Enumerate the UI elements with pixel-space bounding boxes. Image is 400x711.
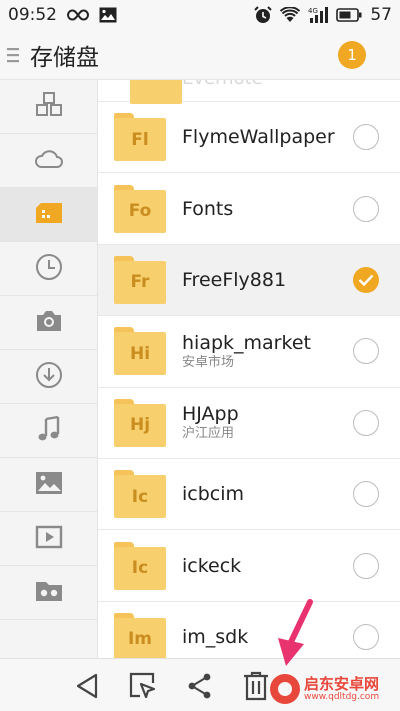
watermark-logo-icon	[270, 674, 300, 704]
status-bar: 09:52 4G 57	[0, 0, 400, 30]
camera-icon	[34, 308, 64, 338]
sidebar-item-recent[interactable]	[0, 242, 97, 296]
folder-icon: Fo	[114, 184, 166, 233]
folder-icon	[130, 80, 182, 104]
select-checkbox-checked[interactable]	[353, 266, 379, 293]
folder-icon: Fl	[114, 113, 166, 162]
folder-icon: Hi	[114, 327, 166, 376]
sidebar-item-photos[interactable]	[0, 296, 97, 350]
select-checkbox[interactable]	[353, 552, 379, 579]
infinity-icon	[67, 9, 89, 21]
share-icon	[188, 673, 211, 699]
svg-text:4G: 4G	[308, 7, 318, 15]
music-icon	[36, 414, 62, 448]
clock-icon	[34, 252, 64, 286]
page-title: 存储盘	[30, 44, 99, 71]
gallery-icon	[99, 7, 117, 23]
category-sidebar	[0, 80, 98, 658]
pointer-arrow-icon	[270, 598, 316, 672]
list-item[interactable]: Fr FreeFly881	[98, 244, 400, 317]
video-icon	[34, 524, 64, 554]
select-checkbox[interactable]	[353, 124, 379, 151]
vr-folder-icon	[34, 578, 64, 608]
folder-icon: Hj	[114, 398, 166, 447]
sidebar-item-storage[interactable]	[0, 188, 97, 242]
select-button[interactable]	[128, 671, 158, 701]
sidebar-item-vr[interactable]	[0, 566, 97, 620]
list-item[interactable]: Fo Fonts	[98, 173, 400, 245]
sidebar-item-apps[interactable]	[0, 80, 97, 134]
alarm-icon	[254, 6, 273, 24]
list-item-partial[interactable]: Evernote	[98, 80, 400, 104]
selection-count-badge[interactable]: 1	[338, 41, 366, 69]
folder-icon: Fr	[114, 255, 166, 304]
back-icon	[76, 673, 98, 699]
select-checkbox[interactable]	[353, 409, 379, 436]
list-item[interactable]: Hj HJApp 沪江应用	[98, 388, 400, 459]
delete-button[interactable]	[241, 671, 271, 701]
sidebar-item-videos[interactable]	[0, 512, 97, 566]
list-item[interactable]: Hi hiapk_market 安卓市场	[98, 316, 400, 388]
download-icon	[34, 360, 64, 394]
apps-icon	[34, 90, 64, 124]
checkmark-icon	[358, 274, 374, 286]
folder-icon: Im	[114, 612, 166, 658]
menu-icon[interactable]	[0, 30, 26, 80]
sidebar-item-music[interactable]	[0, 404, 97, 458]
sd-card-icon	[35, 202, 63, 228]
list-item[interactable]: Fl FlymeWallpaper	[98, 102, 400, 174]
battery-level: 57	[370, 5, 392, 25]
sidebar-item-images[interactable]	[0, 458, 97, 512]
watermark-url: www.qdltdg.com	[304, 692, 380, 702]
select-checkbox[interactable]	[353, 195, 379, 222]
list-item[interactable]: Ic ickeck	[98, 530, 400, 602]
folder-icon: Ic	[114, 541, 166, 590]
list-item[interactable]: Ic icbcim	[98, 459, 400, 531]
back-button[interactable]	[72, 671, 102, 701]
cloud-icon	[33, 146, 65, 176]
watermark: 启东安卓网 www.qdltdg.com	[270, 672, 398, 706]
share-button[interactable]	[185, 671, 215, 701]
list-item[interactable]: Im im_sdk	[98, 602, 400, 658]
battery-icon	[336, 8, 362, 22]
wifi-icon	[280, 7, 301, 23]
folder-icon: Ic	[114, 470, 166, 519]
file-list: Evernote Fl FlymeWallpaper Fo Fonts Fr F…	[98, 80, 400, 658]
4g-signal-icon: 4G	[308, 6, 329, 24]
sidebar-item-cloud[interactable]	[0, 134, 97, 188]
select-checkbox[interactable]	[353, 623, 379, 650]
file-name: Evernote	[182, 80, 263, 89]
sidebar-item-downloads[interactable]	[0, 350, 97, 404]
select-checkbox[interactable]	[353, 481, 379, 508]
image-icon	[34, 470, 64, 500]
watermark-title: 启东安卓网	[304, 675, 380, 693]
app-header: 存储盘 1	[0, 30, 400, 80]
select-icon	[129, 672, 156, 699]
clock-time: 09:52	[8, 5, 57, 25]
delete-icon	[244, 671, 268, 701]
